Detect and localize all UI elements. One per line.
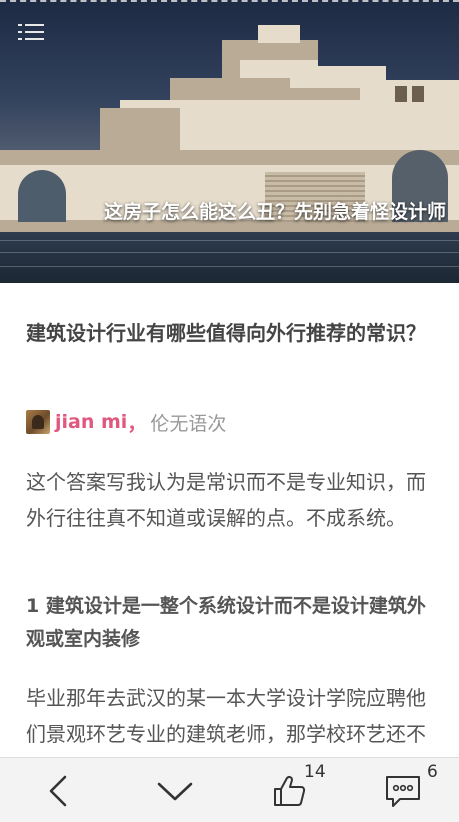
author-name[interactable]: jian mi — [55, 411, 127, 433]
comment-bubble-icon — [386, 775, 420, 807]
like-count: 14 — [304, 762, 326, 782]
author-bio: 伦无语次 — [150, 412, 227, 435]
thumbs-up-icon — [274, 775, 306, 806]
author-separator: ， — [127, 412, 147, 435]
question-title: 建筑设计行业有哪些值得向外行推荐的常识？ — [26, 321, 426, 345]
hero-water — [0, 232, 459, 283]
section-heading: 1 建筑设计是一整个系统设计而不是设计建筑外观或室内装修 — [26, 595, 426, 650]
author-line[interactable]: jian mi ， 伦无语次 — [26, 409, 226, 435]
chevron-down-icon — [157, 782, 193, 800]
bottom-toolbar — [0, 757, 459, 822]
chevron-left-icon — [49, 775, 67, 806]
back-button[interactable] — [28, 758, 88, 822]
comment-count: 6 — [427, 762, 438, 782]
hamburger-menu-icon[interactable] — [18, 22, 44, 42]
comment-button[interactable] — [373, 758, 433, 822]
answer-paragraph: 这个答案写我认为是常识而不是专业知识，而外行往往真不知道或误解的点。不成系统。 — [26, 470, 426, 530]
hero-banner[interactable]: 这房子怎么能这么丑？先别急着怪设计师 — [0, 0, 459, 283]
next-answer-button[interactable] — [145, 758, 205, 822]
avatar[interactable] — [26, 410, 50, 434]
hero-title[interactable]: 这房子怎么能这么丑？先别急着怪设计师 — [94, 198, 456, 227]
